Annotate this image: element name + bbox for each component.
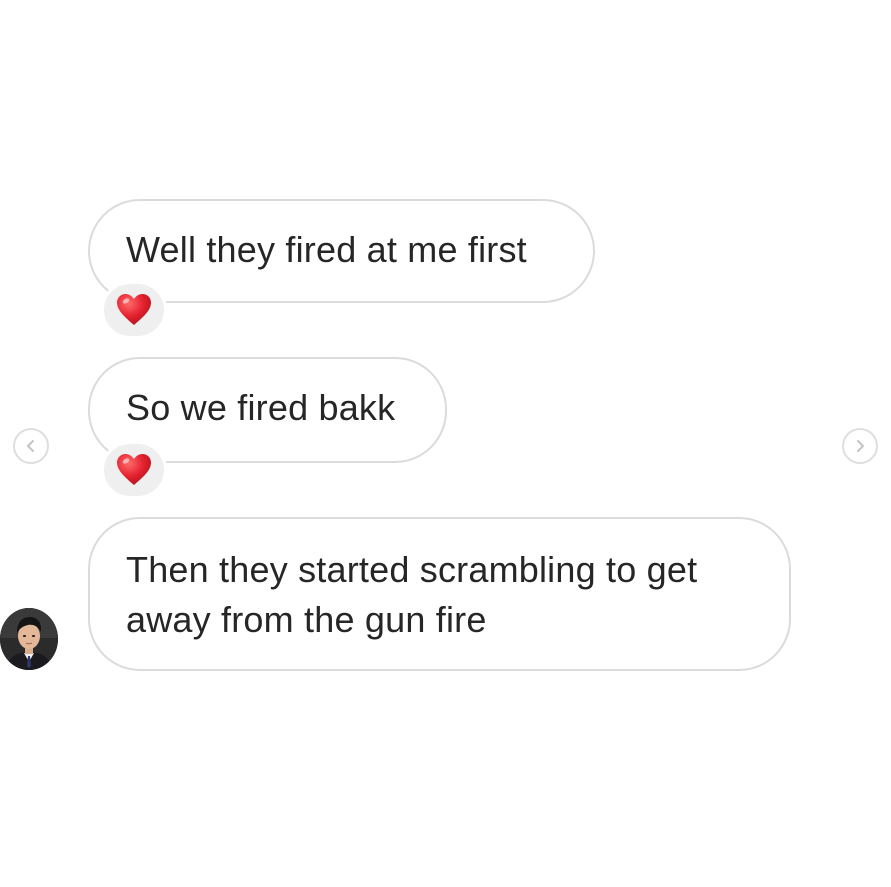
chevron-right-icon: [857, 440, 864, 452]
profile-photo: [0, 608, 58, 670]
reaction-badge[interactable]: [101, 441, 167, 499]
chevron-left-icon: [27, 440, 34, 452]
message-text: So we fired bakk: [126, 387, 396, 428]
message-text-line-2: away from the gun fire: [126, 599, 487, 640]
message-bubble[interactable]: Well they fired at me first: [88, 199, 595, 303]
next-button[interactable]: [842, 428, 878, 464]
message-bubble[interactable]: Then they started scrambling to get away…: [88, 517, 791, 671]
avatar[interactable]: [0, 608, 58, 670]
reaction-badge[interactable]: [101, 281, 167, 339]
message-text-line-1: Then they started scrambling to get: [126, 549, 698, 590]
red-heart-icon: [117, 294, 151, 325]
previous-button[interactable]: [13, 428, 49, 464]
message-text: Well they fired at me first: [126, 229, 527, 270]
red-heart-icon: [117, 454, 151, 485]
